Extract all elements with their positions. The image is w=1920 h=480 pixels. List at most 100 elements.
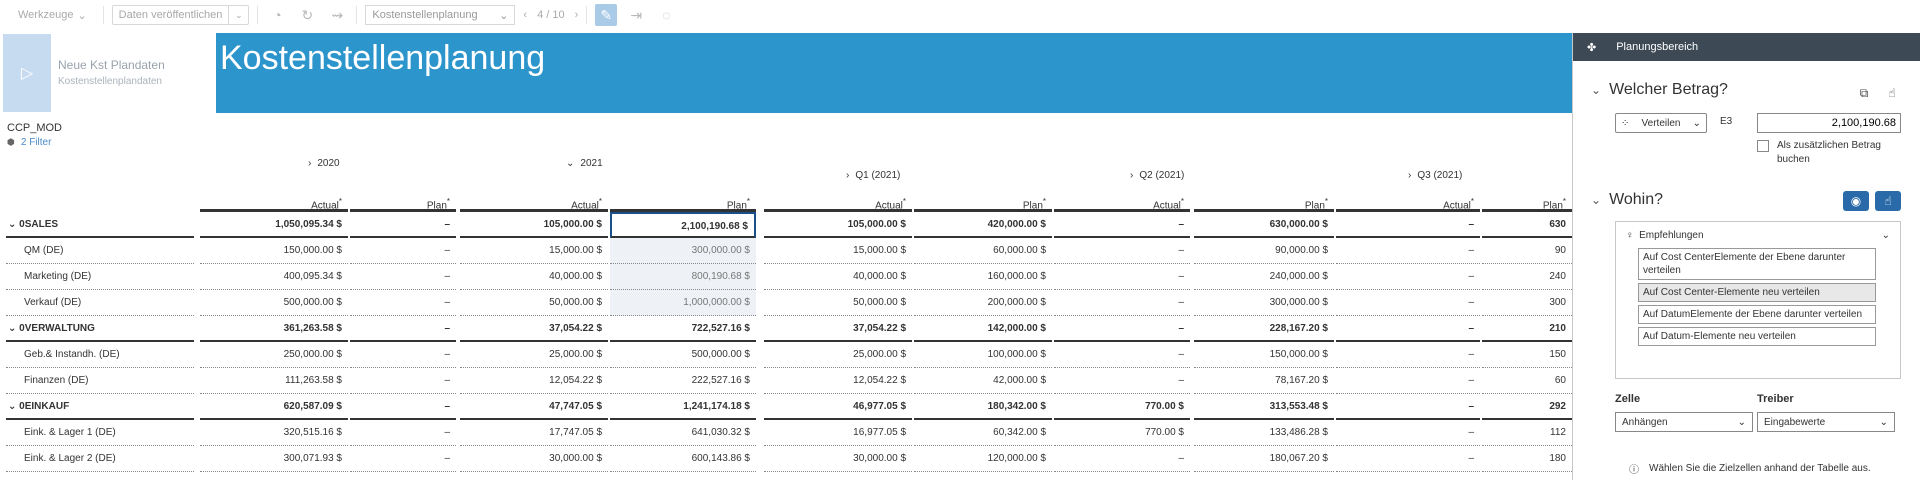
- table-cell[interactable]: 292: [1482, 394, 1572, 420]
- table-cell[interactable]: 361,263.58 $: [200, 316, 348, 342]
- table-cell[interactable]: 105,000.00 $: [764, 212, 912, 238]
- recommendation-item[interactable]: Auf Cost Center-Elemente neu verteilen: [1638, 283, 1876, 302]
- version-history-icon[interactable]: ◔: [266, 4, 288, 26]
- year-header-2020[interactable]: › 2020: [308, 158, 340, 169]
- row-label[interactable]: ⌄ 0EINKAUF: [6, 394, 194, 420]
- driver-select[interactable]: Eingabewerte ⌄: [1757, 412, 1895, 432]
- table-cell[interactable]: –: [1054, 368, 1190, 394]
- table-cell[interactable]: 200,000.00 $: [914, 290, 1052, 316]
- table-cell[interactable]: 30,000.00 $: [460, 446, 608, 472]
- publish-data-button[interactable]: Daten veröffentlichen ⌄: [111, 5, 250, 25]
- refresh-icon[interactable]: ↻: [296, 4, 318, 26]
- table-cell[interactable]: 90,000.00 $: [1194, 238, 1334, 264]
- table-cell[interactable]: 2,100,190.68 $: [610, 212, 756, 238]
- table-cell[interactable]: 500,000.00 $: [200, 290, 348, 316]
- table-cell[interactable]: 112: [1482, 420, 1572, 446]
- table-cell[interactable]: 15,000.00 $: [764, 238, 912, 264]
- table-cell[interactable]: 641,030.32 $: [610, 420, 756, 446]
- additional-amount-checkbox[interactable]: [1757, 140, 1769, 152]
- column-header-actual[interactable]: Actual*: [1336, 192, 1480, 212]
- table-cell[interactable]: 150: [1482, 342, 1572, 368]
- table-cell[interactable]: 300: [1482, 290, 1572, 316]
- table-cell[interactable]: 180: [1482, 446, 1572, 472]
- row-label[interactable]: QM (DE): [6, 238, 194, 264]
- table-cell[interactable]: –: [1054, 342, 1190, 368]
- table-cell[interactable]: 12,054.22 $: [460, 368, 608, 394]
- table-cell[interactable]: –: [1336, 420, 1480, 446]
- table-cell[interactable]: 180,342.00 $: [914, 394, 1052, 420]
- table-cell[interactable]: –: [1336, 394, 1480, 420]
- table-cell[interactable]: –: [1336, 290, 1480, 316]
- table-cell[interactable]: 160,000.00 $: [914, 264, 1052, 290]
- hand-select-icon[interactable]: ☝: [1875, 191, 1901, 211]
- compare-icon[interactable]: ⧉: [1851, 83, 1877, 103]
- table-cell[interactable]: –: [1336, 212, 1480, 238]
- table-cell[interactable]: 120,000.00 $: [914, 446, 1052, 472]
- table-cell[interactable]: 40,000.00 $: [764, 264, 912, 290]
- table-cell[interactable]: 420,000.00 $: [914, 212, 1052, 238]
- export-icon[interactable]: ⇥: [625, 4, 647, 26]
- table-cell[interactable]: 111,263.58 $: [200, 368, 348, 394]
- story-page-select[interactable]: Kostenstellenplanung ⌄: [365, 5, 516, 25]
- table-cell[interactable]: 1,241,174.18 $: [610, 394, 756, 420]
- row-label[interactable]: Finanzen (DE): [6, 368, 194, 394]
- table-cell[interactable]: 42,000.00 $: [914, 368, 1052, 394]
- table-cell[interactable]: 180,067.20 $: [1194, 446, 1334, 472]
- table-cell[interactable]: 60: [1482, 368, 1572, 394]
- table-cell[interactable]: 500,000.00 $: [610, 342, 756, 368]
- chevron-down-icon[interactable]: ⌄: [228, 6, 248, 24]
- table-cell[interactable]: 800,190.68 $: [610, 264, 756, 290]
- table-cell[interactable]: 133,486.28 $: [1194, 420, 1334, 446]
- table-cell[interactable]: 320,515.16 $: [200, 420, 348, 446]
- table-cell[interactable]: 1,050,095.34 $: [200, 212, 348, 238]
- table-cell[interactable]: 50,000.00 $: [460, 290, 608, 316]
- column-header-plan[interactable]: Plan*: [350, 192, 456, 212]
- table-cell[interactable]: –: [1054, 212, 1190, 238]
- column-header-plan[interactable]: Plan*: [914, 192, 1052, 212]
- table-cell[interactable]: 30,000.00 $: [764, 446, 912, 472]
- column-header-actual[interactable]: Actual*: [1054, 192, 1190, 212]
- table-cell[interactable]: –: [1336, 238, 1480, 264]
- year-header-2021[interactable]: ⌄ 2021: [566, 158, 603, 169]
- table-cell[interactable]: 142,000.00 $: [914, 316, 1052, 342]
- recommendation-item[interactable]: Auf Datum-Elemente neu verteilen: [1638, 327, 1876, 346]
- quarter-header-q1[interactable]: › Q1 (2021): [846, 170, 900, 181]
- table-cell[interactable]: –: [1054, 238, 1190, 264]
- pin-icon[interactable]: ✎: [595, 4, 618, 26]
- table-cell[interactable]: –: [350, 368, 456, 394]
- table-cell[interactable]: –: [350, 316, 456, 342]
- table-cell[interactable]: –: [350, 446, 456, 472]
- table-cell[interactable]: 630: [1482, 212, 1572, 238]
- table-cell[interactable]: 150,000.00 $: [1194, 342, 1334, 368]
- amount-input[interactable]: [1757, 113, 1901, 133]
- table-cell[interactable]: 90: [1482, 238, 1572, 264]
- quarter-header-q3[interactable]: › Q3 (2021): [1408, 170, 1462, 181]
- column-header-plan[interactable]: Plan*: [610, 192, 756, 212]
- table-cell[interactable]: –: [1054, 316, 1190, 342]
- table-cell[interactable]: 400,095.34 $: [200, 264, 348, 290]
- table-cell[interactable]: 240: [1482, 264, 1572, 290]
- table-cell[interactable]: 1,000,000.00 $: [610, 290, 756, 316]
- table-cell[interactable]: –: [1054, 290, 1190, 316]
- table-cell[interactable]: 37,054.22 $: [764, 316, 912, 342]
- table-cell[interactable]: 25,000.00 $: [460, 342, 608, 368]
- chevron-down-icon[interactable]: ⌄: [1882, 230, 1890, 241]
- table-cell[interactable]: 228,167.20 $: [1194, 316, 1334, 342]
- cell-select[interactable]: Anhängen ⌄: [1615, 412, 1753, 432]
- table-cell[interactable]: –: [350, 238, 456, 264]
- table-cell[interactable]: 210: [1482, 316, 1572, 342]
- model-tile[interactable]: ▷: [3, 34, 51, 112]
- chevron-down-icon[interactable]: ⌄: [8, 219, 19, 230]
- chevron-down-icon[interactable]: ⌄: [1591, 83, 1601, 97]
- row-label[interactable]: ⌄ 0VERWALTUNG: [6, 316, 194, 342]
- table-cell[interactable]: 17,747.05 $: [460, 420, 608, 446]
- table-cell[interactable]: 100,000.00 $: [914, 342, 1052, 368]
- table-cell[interactable]: 630,000.00 $: [1194, 212, 1334, 238]
- chevron-right-icon[interactable]: ›: [1130, 170, 1133, 181]
- distribute-select[interactable]: ⁘ Verteilen ⌄: [1615, 113, 1707, 133]
- check-circle-icon[interactable]: ◌: [655, 4, 677, 26]
- table-cell[interactable]: 313,553.48 $: [1194, 394, 1334, 420]
- table-cell[interactable]: 300,000.00 $: [1194, 290, 1334, 316]
- row-label[interactable]: Verkauf (DE): [6, 290, 194, 316]
- chevron-right-icon[interactable]: ›: [308, 158, 311, 169]
